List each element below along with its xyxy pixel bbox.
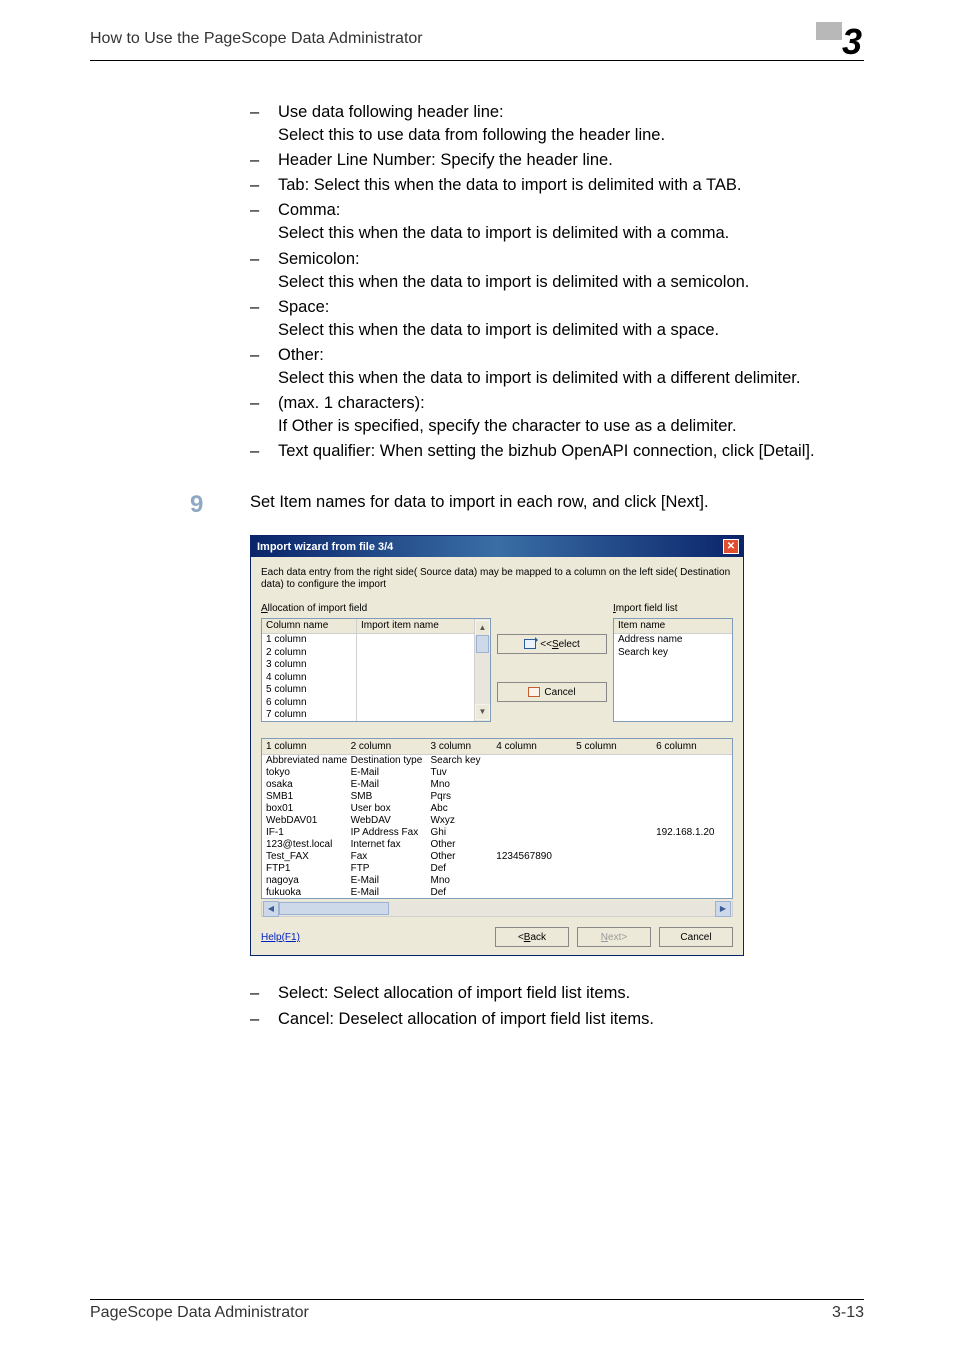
footer-page: 3-13 xyxy=(832,1304,864,1322)
table-header[interactable]: 4 column xyxy=(492,739,572,754)
mapping-buttons: <<Select Cancel xyxy=(497,618,607,730)
table-header[interactable]: 3 column xyxy=(426,739,492,754)
table-row[interactable]: IF-1IP Address FaxGhi192.168.1.20 xyxy=(262,826,732,838)
next-button[interactable]: Next> xyxy=(577,927,651,947)
allocation-label: Allocation of import field xyxy=(261,603,367,614)
table-row[interactable]: nagoyaE-MailMno xyxy=(262,874,732,886)
bullet-item: –Header Line Number: Specify the header … xyxy=(250,149,864,172)
bullet-item: –Cancel: Deselect allocation of import f… xyxy=(250,1008,864,1031)
dialog-footer: Help(F1) <Back Next> Cancel xyxy=(261,927,733,947)
bullet-item: –Text qualifier: When setting the bizhub… xyxy=(250,440,864,463)
table-row[interactable]: 123@test.localInternet faxOther xyxy=(262,838,732,850)
dialog-body: Each data entry from the right side( Sou… xyxy=(251,557,743,955)
table-row[interactable]: fukuokaE-MailDef xyxy=(262,886,732,898)
back-button[interactable]: <Back xyxy=(495,927,569,947)
import-field-list-block: Item name Address nameSearch key xyxy=(613,618,733,730)
bullet-item: –(max. 1 characters):If Other is specifi… xyxy=(250,392,864,438)
footer-product: PageScope Data Administrator xyxy=(90,1304,309,1322)
table-row[interactable]: FTP1FTPDef xyxy=(262,862,732,874)
step-text: Set Item names for data to import in eac… xyxy=(250,491,709,519)
table-header[interactable]: 5 column xyxy=(572,739,652,754)
field-list-rows: Address nameSearch key xyxy=(614,634,732,722)
dialog-title: Import wizard from file 3/4 xyxy=(257,541,393,553)
dialog-description: Each data entry from the right side( Sou… xyxy=(261,567,733,591)
bullet-item: –Comma:Select this when the data to impo… xyxy=(250,199,864,245)
mapping-row: Column name 1 column2 column3 column4 co… xyxy=(261,618,733,730)
post-dialog-bullet-list: –Select: Select allocation of import fie… xyxy=(250,982,864,1030)
bullet-item: –Semicolon:Select this when the data to … xyxy=(250,248,864,294)
step-number: 9 xyxy=(190,491,250,519)
allocation-block: Column name 1 column2 column3 column4 co… xyxy=(261,618,491,730)
select-icon xyxy=(524,639,536,649)
import-field-list-label: Import field list xyxy=(613,603,733,614)
page-header: How to Use the PageScope Data Administra… xyxy=(90,30,864,61)
bullet-item: –Use data following header line:Select t… xyxy=(250,101,864,147)
allocation-listbox[interactable]: Column name 1 column2 column3 column4 co… xyxy=(261,618,491,722)
step-row: 9 Set Item names for data to import in e… xyxy=(250,491,864,519)
table-row[interactable]: box01User boxAbc xyxy=(262,802,732,814)
chapter-badge: 3 xyxy=(816,26,864,58)
item-name-header: Item name xyxy=(614,619,732,634)
table-row[interactable]: SMB1SMBPqrs xyxy=(262,790,732,802)
cancel-mapping-button[interactable]: Cancel xyxy=(497,682,607,702)
cancel-button[interactable]: Cancel xyxy=(659,927,733,947)
bullet-item: –Other:Select this when the data to impo… xyxy=(250,344,864,390)
allocation-rows-right xyxy=(357,634,490,722)
bullet-item: –Select: Select allocation of import fie… xyxy=(250,982,864,1005)
table-row[interactable]: tokyoE-MailTuv xyxy=(262,766,732,778)
table-header[interactable]: 6 column xyxy=(652,739,732,754)
scrollbar-horizontal[interactable] xyxy=(261,901,733,917)
preview-table[interactable]: 1 column2 column3 column4 column5 column… xyxy=(262,739,732,898)
table-row[interactable]: Abbreviated nameDestination typeSearch k… xyxy=(262,754,732,766)
select-button[interactable]: <<Select xyxy=(497,634,607,654)
preview-table-wrap: 1 column2 column3 column4 column5 column… xyxy=(261,738,733,899)
close-icon[interactable]: ✕ xyxy=(723,539,739,554)
table-row[interactable]: WebDAV01WebDAVWxyz xyxy=(262,814,732,826)
help-link[interactable]: Help(F1) xyxy=(261,932,300,943)
table-row[interactable]: osakaE-MailMno xyxy=(262,778,732,790)
page-footer: PageScope Data Administrator 3-13 xyxy=(90,1299,864,1322)
cancel-icon xyxy=(528,687,540,697)
scrollbar-vertical[interactable] xyxy=(474,619,490,721)
import-wizard-dialog: Import wizard from file 3/4 ✕ Each data … xyxy=(250,535,744,956)
allocation-rows: 1 column2 column3 column4 column5 column… xyxy=(262,634,356,722)
column-name-header: Column name xyxy=(262,619,356,634)
table-header[interactable]: 2 column xyxy=(347,739,427,754)
dialog-titlebar: Import wizard from file 3/4 ✕ xyxy=(251,536,743,557)
bullet-item: –Space:Select this when the data to impo… xyxy=(250,296,864,342)
header-title: How to Use the PageScope Data Administra… xyxy=(90,30,423,48)
import-field-listbox[interactable]: Item name Address nameSearch key xyxy=(613,618,733,722)
import-item-name-header: Import item name xyxy=(357,619,490,634)
chapter-badge-bg xyxy=(816,22,842,40)
content-area: –Use data following header line:Select t… xyxy=(250,101,864,1031)
options-bullet-list: –Use data following header line:Select t… xyxy=(250,101,864,463)
table-row[interactable]: Test_FAXFaxOther1234567890 xyxy=(262,850,732,862)
bullet-item: –Tab: Select this when the data to impor… xyxy=(250,174,864,197)
chapter-number: 3 xyxy=(842,21,864,63)
table-header[interactable]: 1 column xyxy=(262,739,347,754)
